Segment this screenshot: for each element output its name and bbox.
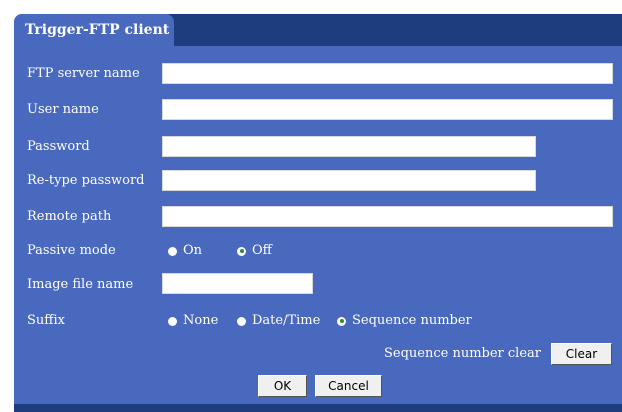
suffix-none-label: None bbox=[183, 313, 219, 328]
password-input[interactable] bbox=[162, 136, 536, 157]
passive-mode-label: Passive mode bbox=[27, 243, 116, 258]
suffix-none-radio[interactable]: None bbox=[168, 311, 218, 331]
cancel-button[interactable]: Cancel bbox=[315, 375, 382, 397]
image-file-name-label: Image file name bbox=[27, 277, 134, 292]
ftp-server-name-label: FTP server name bbox=[27, 66, 140, 81]
passive-mode-off-label: Off bbox=[252, 243, 272, 258]
ok-button[interactable]: OK bbox=[258, 375, 307, 397]
remote-path-label: Remote path bbox=[27, 209, 112, 224]
radio-unselected-icon bbox=[168, 246, 177, 256]
radio-unselected-icon bbox=[168, 316, 177, 326]
remote-path-input[interactable] bbox=[162, 206, 613, 227]
suffix-sequence-number-label: Sequence number bbox=[352, 313, 472, 328]
retype-password-input[interactable] bbox=[162, 170, 536, 191]
retype-password-label: Re-type password bbox=[27, 173, 145, 188]
tab-trigger-ftp-client[interactable]: Trigger-FTP client bbox=[14, 14, 174, 46]
passive-mode-on-label: On bbox=[183, 243, 203, 258]
clear-button[interactable]: Clear bbox=[551, 343, 612, 365]
user-name-input[interactable] bbox=[162, 99, 613, 120]
sequence-number-clear-label: Sequence number clear bbox=[384, 346, 541, 361]
password-label: Password bbox=[27, 139, 90, 154]
passive-mode-off-radio[interactable]: Off bbox=[237, 241, 272, 261]
suffix-sequence-number-radio[interactable]: Sequence number bbox=[337, 311, 472, 331]
ftp-server-name-input[interactable] bbox=[162, 63, 613, 84]
passive-mode-on-radio[interactable]: On bbox=[168, 241, 202, 261]
suffix-datetime-radio[interactable]: Date/Time bbox=[237, 311, 320, 331]
suffix-datetime-label: Date/Time bbox=[252, 313, 321, 328]
radio-selected-icon bbox=[337, 316, 346, 326]
suffix-label: Suffix bbox=[27, 313, 66, 328]
user-name-label: User name bbox=[27, 102, 99, 117]
image-file-name-input[interactable] bbox=[162, 273, 313, 294]
radio-unselected-icon bbox=[237, 316, 246, 326]
radio-selected-icon bbox=[237, 246, 246, 256]
